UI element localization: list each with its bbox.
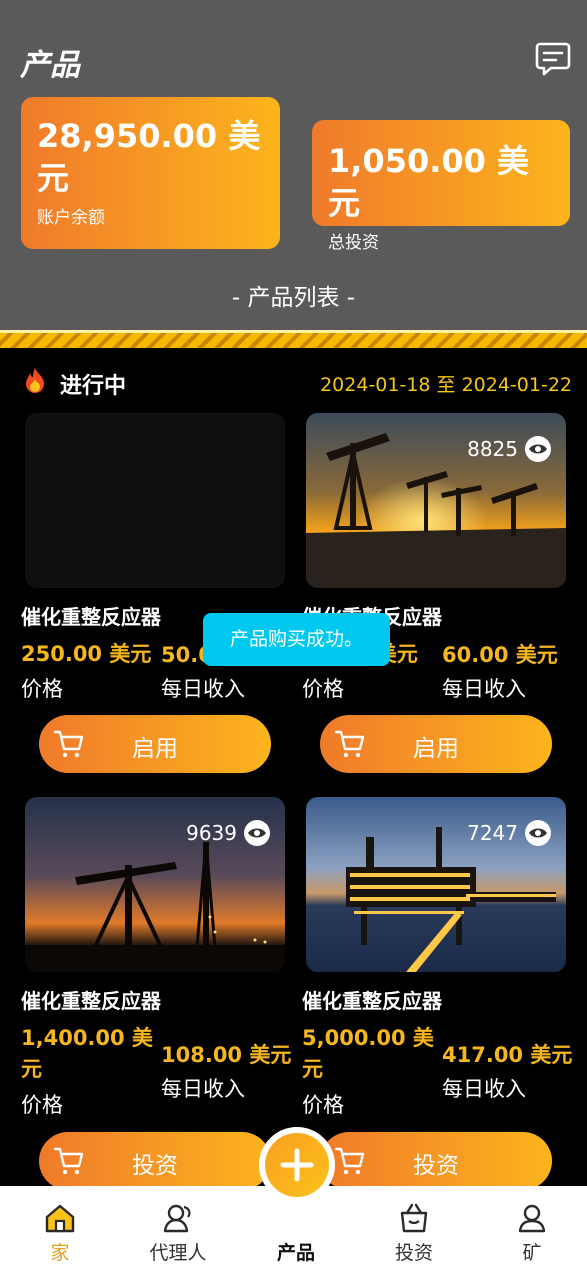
eye-icon bbox=[525, 436, 551, 462]
fire-icon bbox=[26, 368, 44, 393]
page-title: 产品 bbox=[20, 48, 80, 83]
toast-message: 产品购买成功。 bbox=[203, 613, 390, 666]
tab-label: 代理人 bbox=[149, 1242, 207, 1264]
tab-mine[interactable]: 矿 bbox=[482, 1186, 582, 1275]
product-card: 9639 催化重整反应器 1,400.00 美元 价格 108.00 美元 每日… bbox=[21, 797, 291, 1190]
investment-label: 总投资 bbox=[328, 233, 379, 253]
activate-button[interactable]: 启用 bbox=[39, 715, 271, 773]
tab-home[interactable]: 家 bbox=[10, 1186, 110, 1275]
product-name: 催化重整反应器 bbox=[302, 989, 442, 1013]
product-price: 250.00 美元 bbox=[21, 642, 152, 666]
message-icon[interactable] bbox=[534, 40, 572, 78]
tab-label: 投资 bbox=[394, 1242, 433, 1264]
invest-button[interactable]: 投资 bbox=[320, 1132, 552, 1190]
tab-label: 矿 bbox=[522, 1242, 542, 1264]
add-button-circle bbox=[265, 1133, 329, 1197]
shopping-bag-icon bbox=[400, 1203, 428, 1233]
hazard-stripe-divider bbox=[0, 330, 587, 348]
investment-card: 1,050.00 美元 总投资 bbox=[312, 120, 570, 253]
balance-card: 28,950.00 美元 账户余额 bbox=[21, 97, 280, 249]
user-icon bbox=[518, 1204, 546, 1233]
add-button[interactable] bbox=[259, 1127, 335, 1203]
daily-income: 108.00 美元 bbox=[161, 1043, 292, 1067]
balance-amount: 28,950.00 美元 bbox=[37, 117, 261, 197]
tab-agent[interactable]: 代理人 bbox=[128, 1186, 228, 1275]
home-icon bbox=[45, 1204, 75, 1233]
daily-income-label: 每日收入 bbox=[161, 1077, 245, 1101]
product-price: 5,000.00 美元 bbox=[302, 1026, 434, 1081]
daily-income: 417.00 美元 bbox=[442, 1043, 573, 1067]
daily-income-label: 每日收入 bbox=[442, 677, 526, 701]
product-card: 7247 催化重整反应器 5,000.00 美元 价格 417.00 美元 每日… bbox=[302, 797, 572, 1190]
view-count: 8825 bbox=[467, 435, 552, 463]
balance-label: 账户余额 bbox=[37, 208, 105, 228]
view-count: 7247 bbox=[467, 819, 552, 847]
daily-income-label: 每日收入 bbox=[442, 1077, 526, 1101]
invest-button[interactable]: 投资 bbox=[39, 1132, 271, 1190]
status-row: 进行中 2024-01-18 至 2024-01-22 bbox=[22, 366, 572, 399]
plus-icon bbox=[280, 1148, 314, 1182]
header: 产品 28,950.00 美元 账户余额 1,050.00 美元 总投资 - 产… bbox=[0, 0, 587, 330]
agent-icon bbox=[163, 1204, 191, 1233]
button-label: 投资 bbox=[132, 1153, 178, 1179]
price-label: 价格 bbox=[302, 677, 344, 701]
view-count-value: 9639 bbox=[186, 821, 237, 845]
button-label: 投资 bbox=[413, 1153, 459, 1179]
eye-icon bbox=[525, 820, 551, 846]
button-label: 启用 bbox=[132, 736, 178, 762]
product-price: 1,400.00 美元 bbox=[21, 1026, 153, 1081]
product-list-title: - 产品列表 - bbox=[231, 285, 356, 311]
activate-button[interactable]: 启用 bbox=[320, 715, 552, 773]
product-image bbox=[25, 413, 285, 588]
daily-income-label: 每日收入 bbox=[161, 677, 245, 701]
price-label: 价格 bbox=[21, 1093, 63, 1117]
tab-label: 家 bbox=[50, 1242, 70, 1264]
product-name: 催化重整反应器 bbox=[21, 605, 161, 629]
price-label: 价格 bbox=[302, 1093, 344, 1117]
tab-label: 产品 bbox=[276, 1242, 315, 1264]
view-count: 9639 bbox=[186, 819, 271, 847]
product-card: 催化重整反应器 250.00 美元 价格 50.00 美元 每日收入 启用 bbox=[21, 413, 285, 778]
button-label: 启用 bbox=[413, 736, 459, 762]
view-count-value: 8825 bbox=[467, 437, 518, 461]
product-name: 催化重整反应器 bbox=[21, 989, 161, 1013]
view-count-value: 7247 bbox=[467, 821, 518, 845]
investment-amount: 1,050.00 美元 bbox=[328, 142, 530, 222]
date-range: 2024-01-18 至 2024-01-22 bbox=[320, 374, 572, 396]
eye-icon bbox=[244, 820, 270, 846]
status-label: 进行中 bbox=[60, 374, 127, 399]
tab-invest[interactable]: 投资 bbox=[364, 1186, 464, 1275]
daily-income: 60.00 美元 bbox=[442, 643, 558, 667]
price-label: 价格 bbox=[21, 677, 63, 701]
product-card: 8825 催化重整反应器 50.00 美元 价格 60.00 美元 每日收入 启… bbox=[302, 413, 566, 778]
